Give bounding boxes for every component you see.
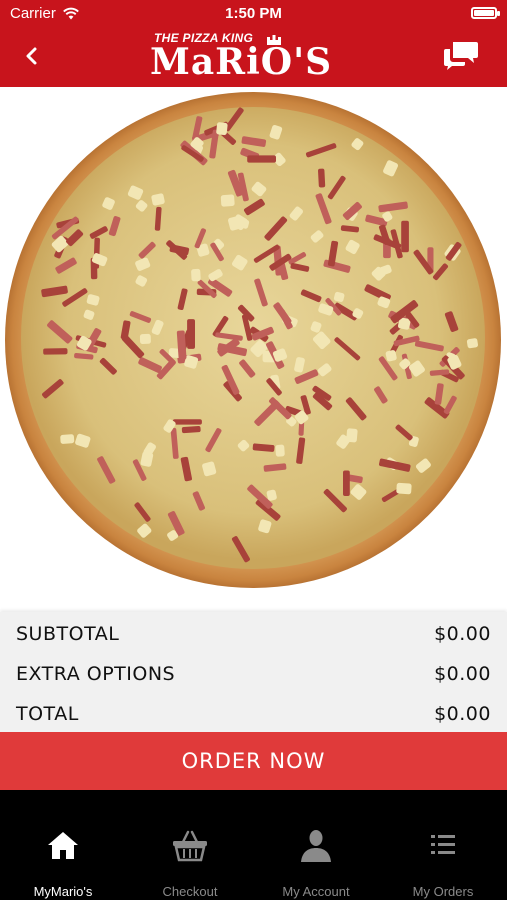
bacon-topping: [187, 319, 195, 349]
bacon-topping: [247, 155, 276, 163]
tab-my-orders[interactable]: My Orders: [380, 790, 506, 900]
basket-icon: [173, 830, 207, 862]
app-header: Carrier 1:50 PM THE PIZZA KING MaRiO'S: [0, 0, 507, 87]
home-icon: [48, 832, 78, 859]
pineapple-topping: [216, 122, 228, 136]
total-label: TOTAL: [16, 703, 79, 725]
pineapple-topping: [466, 338, 478, 349]
total-row: TOTAL $0.00: [16, 699, 491, 729]
bacon-topping: [172, 419, 202, 425]
pineapple-topping: [191, 268, 201, 282]
order-now-button[interactable]: ORDER NOW: [0, 732, 507, 790]
pineapple-topping: [275, 444, 285, 457]
pineapple-topping: [396, 482, 412, 495]
extra-options-row: EXTRA OPTIONS $0.00: [16, 659, 491, 689]
tab-mymarios[interactable]: MyMario's: [0, 790, 126, 900]
order-summary: SUBTOTAL $0.00 EXTRA OPTIONS $0.00 TOTAL…: [0, 612, 507, 732]
list-icon: [431, 835, 455, 854]
total-value: $0.00: [434, 703, 491, 725]
pizza-photo: [5, 92, 501, 588]
tab-my-account[interactable]: My Account: [253, 790, 379, 900]
bacon-topping: [318, 168, 326, 188]
extra-options-value: $0.00: [434, 663, 491, 685]
tab-label: Checkout: [162, 884, 218, 899]
pineapple-topping: [220, 194, 235, 207]
marios-logo: THE PIZZA KING MaRiO'S: [150, 31, 345, 83]
person-icon: [301, 830, 331, 862]
subtotal-label: SUBTOTAL: [16, 623, 120, 645]
bacon-topping: [43, 348, 68, 355]
subtotal-row: SUBTOTAL $0.00: [16, 619, 491, 649]
pineapple-topping: [139, 333, 151, 344]
bacon-topping: [342, 470, 350, 496]
pineapple-topping: [60, 434, 75, 444]
clock: 1:50 PM: [225, 5, 282, 22]
tab-bar: MyMario's Checkout My Account My Orders: [0, 790, 507, 900]
product-image: [0, 87, 507, 612]
bacon-topping: [401, 220, 409, 253]
logo-wordmark: MaRiO'S: [150, 41, 333, 83]
nav-bar: THE PIZZA KING MaRiO'S: [0, 28, 507, 87]
back-icon[interactable]: [18, 42, 46, 70]
extra-options-label: EXTRA OPTIONS: [16, 663, 176, 685]
chat-icon[interactable]: [443, 40, 479, 72]
tab-label: My Account: [282, 884, 350, 899]
tab-checkout[interactable]: Checkout: [127, 790, 253, 900]
subtotal-value: $0.00: [434, 623, 491, 645]
tab-label: My Orders: [412, 884, 474, 899]
status-bar: Carrier 1:50 PM: [0, 0, 507, 28]
battery-icon: [471, 7, 500, 19]
bacon-topping: [181, 425, 201, 434]
tab-label: MyMario's: [33, 884, 93, 899]
